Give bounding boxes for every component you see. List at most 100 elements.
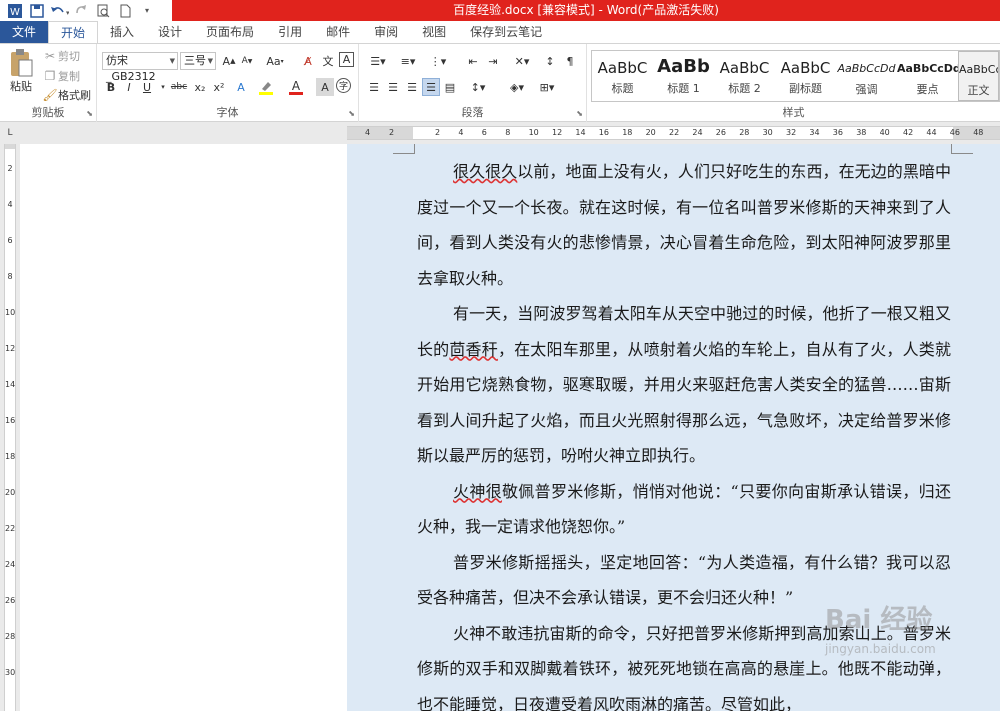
enclose-characters-icon[interactable]: 字 — [336, 78, 351, 93]
style-strong[interactable]: AaBbCcDd 要点 — [897, 51, 958, 101]
strikethrough-button[interactable]: abc — [168, 78, 190, 96]
grow-font-button[interactable]: A ▲ — [220, 52, 238, 70]
line-spacing-icon[interactable]: ↕▾ — [465, 78, 491, 96]
new-document-icon[interactable] — [114, 1, 136, 20]
cut-button[interactable]: ✂ 剪切 — [42, 48, 80, 64]
print-preview-icon[interactable] — [92, 1, 114, 20]
style-name: 标题 2 — [728, 82, 761, 95]
cut-label: 剪切 — [58, 50, 80, 63]
phonetic-guide-icon[interactable]: 文 — [319, 52, 337, 70]
svg-text:A: A — [292, 79, 301, 93]
format-painter-button[interactable]: 🖌 格式刷 — [42, 87, 91, 103]
distributed-icon[interactable]: ▤ — [441, 78, 459, 96]
align-left-icon[interactable]: ☰ — [365, 78, 383, 96]
tab-design[interactable]: 设计 — [146, 21, 194, 43]
tab-review[interactable]: 审阅 — [362, 21, 410, 43]
sort-icon[interactable]: ↕ — [541, 52, 559, 70]
watermark-url: jingyan.baidu.com — [825, 642, 936, 656]
ruler-tick-label: 24 — [5, 560, 16, 569]
character-border-icon[interactable]: A — [339, 52, 354, 67]
tab-layout[interactable]: 页面布局 — [194, 21, 266, 43]
style-normal[interactable]: AaBbCc 正文 — [958, 51, 999, 101]
chevron-down-icon: ▼ — [169, 57, 175, 65]
change-case-button[interactable]: Aa ▾ — [263, 52, 287, 70]
copy-button[interactable]: ❐ 复制 — [42, 68, 80, 84]
customize-qat-icon[interactable]: ▾ — [136, 1, 158, 20]
numbering-icon[interactable]: ≡▾ — [395, 52, 421, 70]
paste-button[interactable]: 粘贴 — [6, 48, 36, 94]
tab-selector[interactable]: L — [5, 128, 15, 138]
align-center-icon[interactable]: ☰ — [384, 78, 402, 96]
ruler-tick-label: 26 — [5, 596, 16, 605]
tab-references[interactable]: 引用 — [266, 21, 314, 43]
decrease-indent-icon[interactable]: ⇤ — [464, 52, 482, 70]
clipboard-group: 粘贴 ✂ 剪切 ❐ 复制 🖌 格式刷 剪贴板 ⬊ — [0, 44, 97, 122]
save-icon[interactable] — [26, 1, 48, 20]
style-heading1[interactable]: AaBb 标题 1 — [653, 51, 714, 101]
tab-home[interactable]: 开始 — [48, 21, 99, 43]
ruler-tick-label: 10 — [528, 128, 539, 137]
highlight-color-button[interactable] — [257, 78, 275, 96]
paste-icon — [11, 49, 33, 77]
clear-formatting-icon[interactable]: A̸ — [299, 52, 317, 70]
tab-mailings[interactable]: 邮件 — [314, 21, 362, 43]
underline-icon: U — [142, 80, 152, 94]
font-color-button[interactable]: A — [287, 78, 305, 96]
horizontal-ruler[interactable]: 4 2 2 4 6 8 10 12 14 16 18 20 22 24 26 28 30 32 34 36 38 40 42… — [347, 126, 1000, 140]
bold-button[interactable]: B — [102, 78, 120, 96]
ruler-tick-label: 10 — [5, 308, 16, 317]
borders-icon[interactable]: ⊞▾ — [534, 78, 560, 96]
chinese-layout-icon[interactable]: ✕▾ — [509, 52, 535, 70]
tab-file[interactable]: 文件 — [0, 21, 48, 43]
top-margin-area — [5, 144, 15, 149]
style-title[interactable]: AaBbC 标题 — [592, 51, 653, 101]
clipboard-group-label: 剪贴板 — [31, 106, 65, 119]
character-shading-icon[interactable]: A — [316, 78, 334, 96]
paragraph[interactable]: 很久很久以前，地面上没有火，人们只好吃生的东西，在无边的黑暗中度过一个又一个长夜… — [417, 154, 951, 296]
ribbon-tabs: 文件 开始 插入 设计 页面布局 引用 邮件 审阅 视图 保存到云笔记 — [0, 21, 1000, 43]
ruler-tick-label: 16 — [5, 416, 16, 425]
italic-button[interactable]: I — [120, 78, 138, 96]
font-launcher-icon[interactable]: ⬊ — [348, 109, 355, 118]
justify-icon[interactable]: ☰ — [422, 78, 440, 96]
increase-indent-icon[interactable]: ⇥ — [484, 52, 502, 70]
style-emphasis[interactable]: AaBbCcDd 强调 — [836, 51, 897, 101]
shrink-font-button[interactable]: A ▼ — [238, 52, 256, 70]
spellcheck-text: 火神很 — [453, 481, 502, 501]
paste-label: 粘贴 — [10, 80, 32, 93]
shading-icon[interactable]: ◈▾ — [504, 78, 530, 96]
style-name: 正文 — [967, 84, 990, 97]
subscript-button[interactable]: x₂ — [191, 78, 209, 96]
word-app-icon[interactable]: W — [4, 1, 26, 20]
undo-icon[interactable]: ▾ — [48, 1, 70, 20]
show-marks-icon[interactable]: ¶ — [561, 52, 579, 70]
superscript-button[interactable]: x² — [210, 78, 228, 96]
paragraph[interactable]: 有一天，当阿波罗驾着太阳车从天空中驰过的时候，他折了一根又粗又长的茴香秆，在太阳… — [417, 296, 951, 474]
tab-insert[interactable]: 插入 — [98, 21, 146, 43]
paragraph-launcher-icon[interactable]: ⬊ — [576, 109, 583, 118]
format-painter-label: 格式刷 — [58, 89, 91, 102]
tab-save-cloud[interactable]: 保存到云笔记 — [458, 21, 554, 43]
paragraph-group: ☰▾ ≡▾ ⋮▾ ⇤ ⇥ ✕▾ ↕ ¶ ☰ ☰ ☰ ☰ ▤ ↕▾ ◈▾ ⊞▾ 段… — [359, 44, 587, 122]
font-size-combo[interactable]: 三号 ▼ — [180, 52, 216, 70]
redo-icon[interactable] — [70, 1, 92, 20]
tab-view[interactable]: 视图 — [410, 21, 458, 43]
paragraph[interactable]: 火神很敬佩普罗米修斯，悄悄对他说：“只要你向宙斯承认错误，归还火种，我一定请求他… — [417, 474, 951, 545]
multilevel-list-icon[interactable]: ⋮▾ — [425, 52, 451, 70]
font-name-combo[interactable]: 仿宋_GB2312 ▼ — [102, 52, 178, 83]
text-effects-icon[interactable]: A — [232, 78, 250, 96]
ruler-tick-label: 46 — [949, 128, 960, 137]
style-subtitle[interactable]: AaBbC 副标题 — [775, 51, 836, 101]
align-right-icon[interactable]: ☰ — [403, 78, 421, 96]
style-heading2[interactable]: AaBbC 标题 2 — [714, 51, 775, 101]
ruler-tick-label: 22 — [5, 524, 16, 533]
ruler-tick-label: 24 — [692, 128, 703, 137]
ruler-tick-label: 12 — [5, 344, 16, 353]
clipboard-launcher-icon[interactable]: ⬊ — [86, 109, 93, 118]
ruler-tick-label: 20 — [645, 128, 656, 137]
paragraph-group-label: 段落 — [461, 106, 484, 119]
vertical-ruler[interactable]: 2 4 6 8 10 12 14 16 18 20 22 24 26 28 30 — [0, 144, 20, 711]
bullets-icon[interactable]: ☰▾ — [365, 52, 391, 70]
document-page[interactable]: 很久很久以前，地面上没有火，人们只好吃生的东西，在无边的黑暗中度过一个又一个长夜… — [347, 144, 1000, 711]
ruler-tick-label: 42 — [903, 128, 914, 137]
